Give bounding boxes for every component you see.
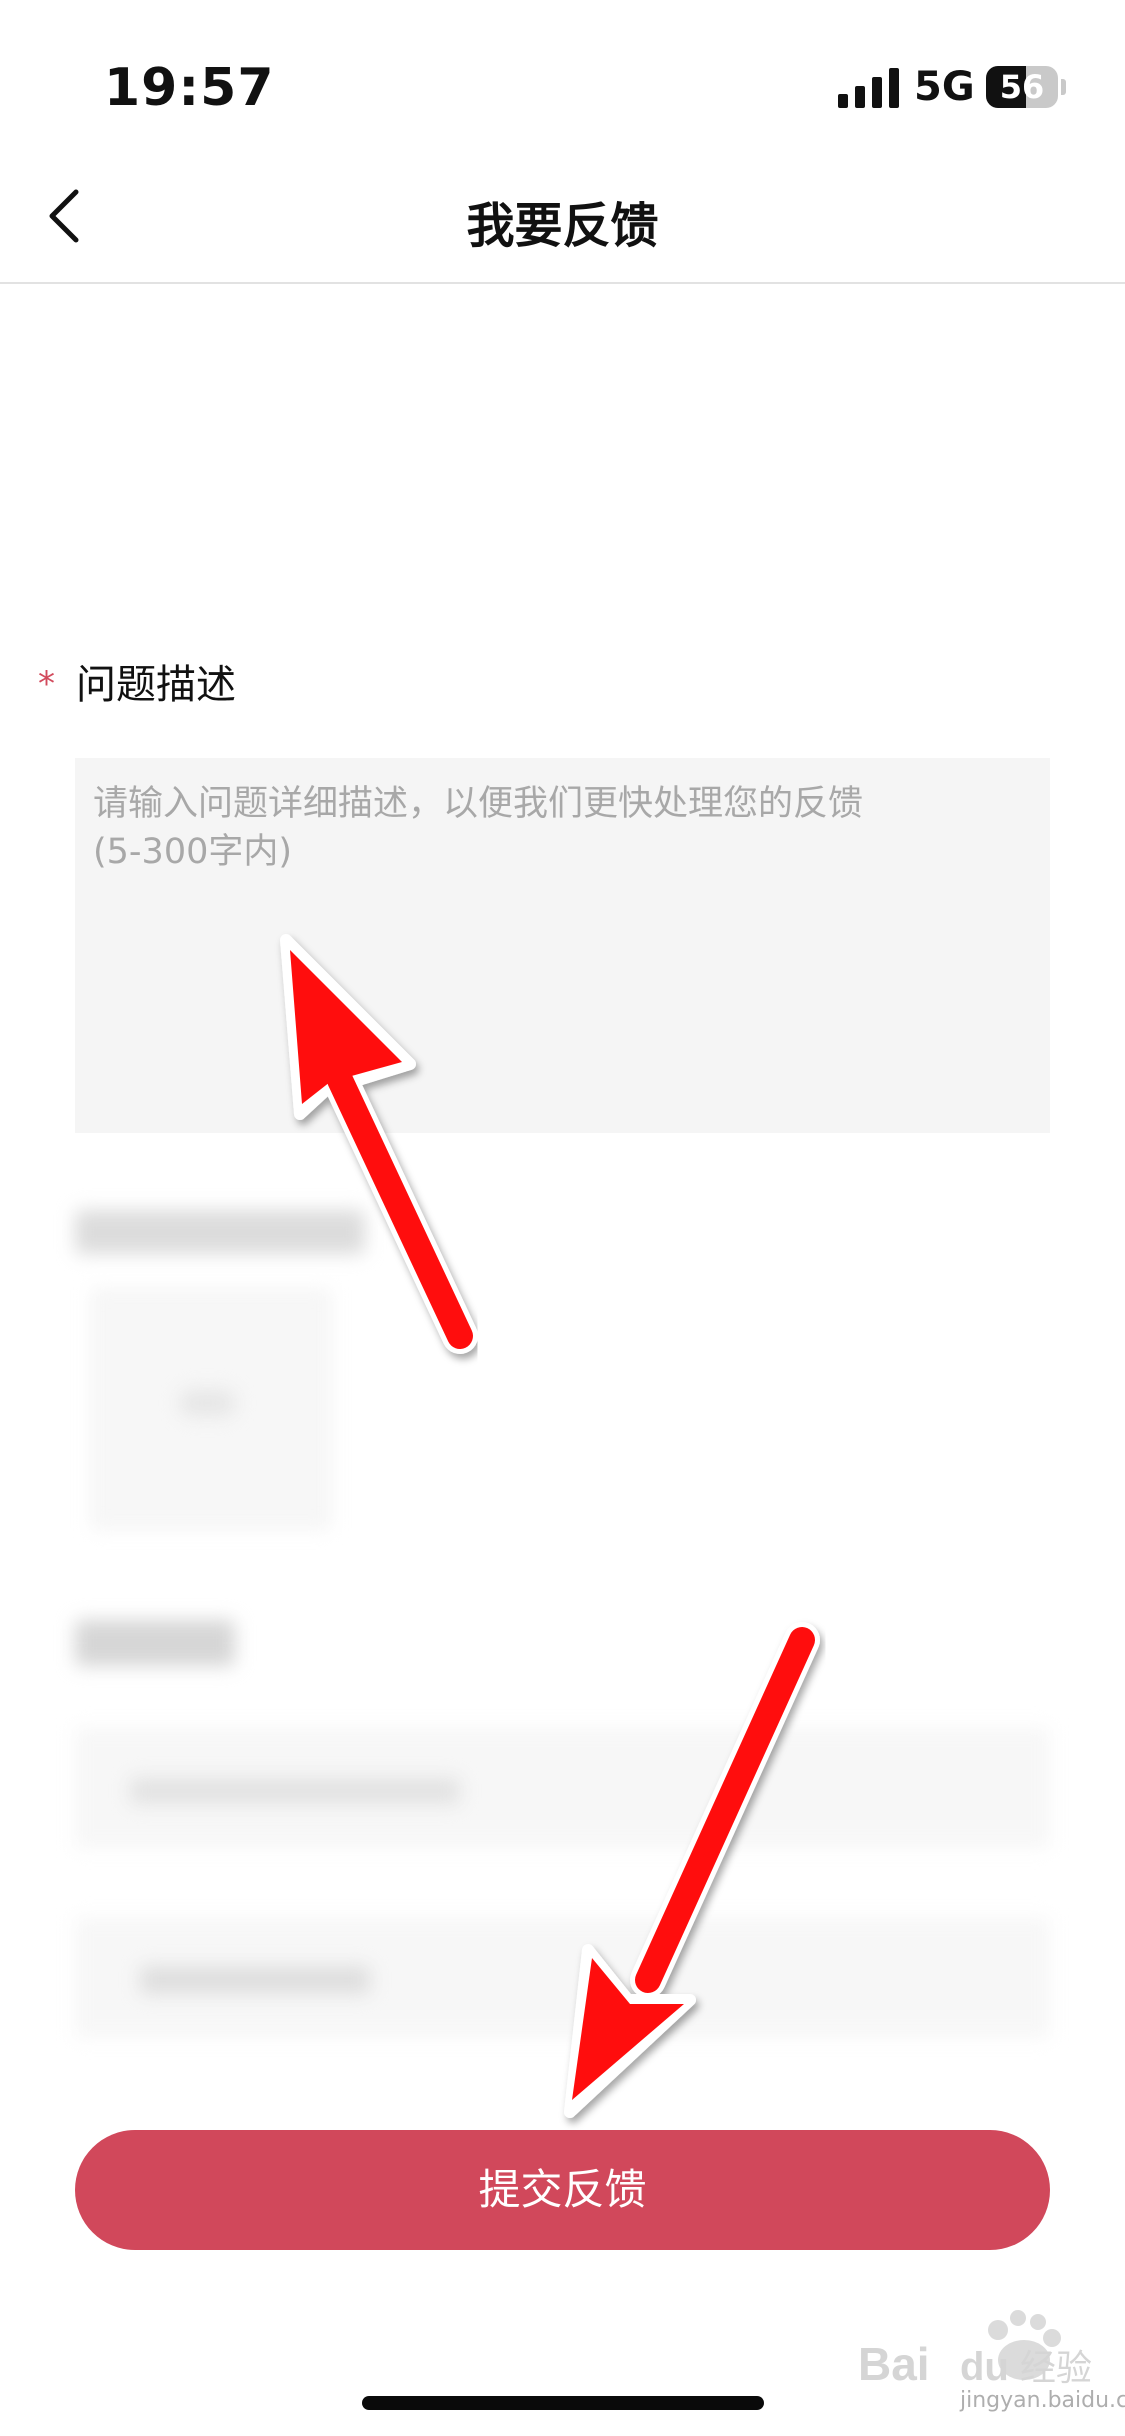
battery-icon: 56 [986,66,1066,108]
nav-divider [0,282,1125,284]
status-time: 19:57 [104,58,275,118]
network-type: 5G [914,64,975,110]
description-placeholder: 请输入问题详细描述，以便我们更快处理您的反馈 (5-300字内) [93,784,864,872]
required-mark: * [38,664,55,704]
arrow-to-submit [564,1622,820,2118]
blurred-extra-field-text [140,1966,370,1994]
page-title: 我要反馈 [466,198,659,254]
home-indicator [362,2396,764,2410]
blurred-contact-label [75,1620,235,1666]
submit-label: 提交反馈 [478,2165,647,2214]
svg-text:经验: 经验 [1020,2348,1092,2389]
watermark-url: jingyan.baidu.com [960,2388,1125,2413]
svg-text:Bai: Bai [858,2338,930,2390]
submit-feedback-button[interactable]: 提交反馈 [75,2130,1050,2250]
battery-percent: 56 [999,68,1045,106]
svg-text:du: du [960,2345,1009,2389]
blurred-upload-label [75,1210,365,1254]
description-label: 问题描述 [76,662,236,708]
cellular-signal-icon [838,68,899,108]
blurred-plus-icon [180,1390,235,1416]
description-textarea[interactable]: 请输入问题详细描述，以便我们更快处理您的反馈 (5-300字内) [75,758,1050,1133]
blurred-contact-field-text [130,1778,460,1804]
